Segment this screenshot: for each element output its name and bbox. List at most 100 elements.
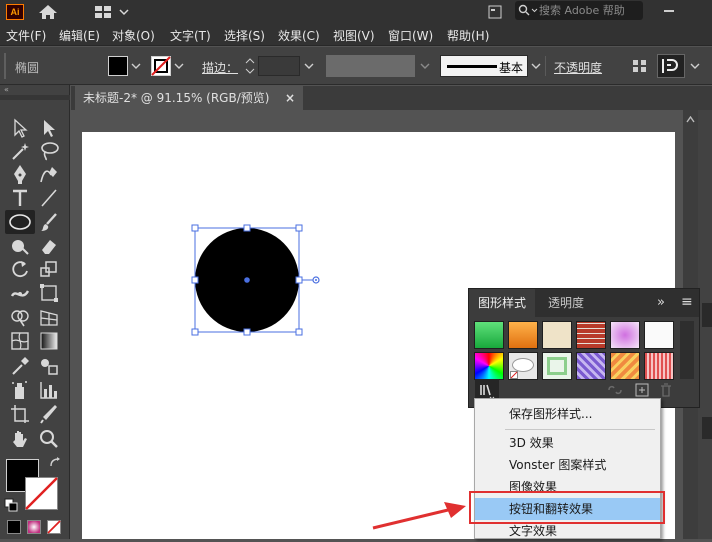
style-swatch-green[interactable] xyxy=(474,321,504,349)
swap-icon[interactable] xyxy=(49,457,62,470)
stroke-label[interactable]: 描边： xyxy=(202,59,238,76)
minimize-icon[interactable] xyxy=(664,10,674,12)
gradient-tool[interactable] xyxy=(38,330,60,352)
menu-effect[interactable]: 效果(C) xyxy=(278,27,320,44)
width-tool[interactable] xyxy=(9,282,31,304)
menu-edit[interactable]: 编辑(E) xyxy=(59,27,100,44)
perspective-grid-tool[interactable] xyxy=(38,306,60,328)
style-swatch-scribble[interactable] xyxy=(576,352,606,380)
chevron-down-icon[interactable] xyxy=(174,61,184,71)
eraser-tool[interactable] xyxy=(38,235,60,257)
pen-tool[interactable] xyxy=(9,163,31,185)
line-tool[interactable] xyxy=(38,187,60,209)
scroll-up-icon[interactable] xyxy=(686,116,695,123)
collapse-panel-icon[interactable]: » xyxy=(657,295,665,310)
menu-file[interactable]: 文件(F) xyxy=(6,27,46,44)
variable-width-profile[interactable] xyxy=(326,55,415,77)
document-tab-bar: 未标题-2* @ 91.15% (RGB/预览) × xyxy=(71,86,712,110)
grid-icon[interactable] xyxy=(632,59,648,73)
control-bar: 椭圆 描边： 基本 不透明度 xyxy=(0,47,712,85)
menu-help[interactable]: 帮助(H) xyxy=(447,27,489,44)
chevron-down-icon[interactable] xyxy=(131,61,141,71)
magic-wand-tool[interactable] xyxy=(9,140,31,162)
lasso-tool[interactable] xyxy=(38,140,60,162)
menu-item-save-graphic-style[interactable]: 保存图形样式... xyxy=(475,403,660,425)
dock-tab[interactable] xyxy=(702,417,712,439)
menu-item-3d-effects[interactable]: 3D 效果 xyxy=(475,432,660,454)
break-link-icon[interactable] xyxy=(607,383,623,397)
tab-graphic-styles[interactable]: 图形样式 xyxy=(469,289,536,317)
fill-swatch[interactable] xyxy=(108,56,128,76)
chevron-down-icon[interactable] xyxy=(690,61,700,71)
style-swatch-default[interactable] xyxy=(508,352,538,380)
shaper-tool[interactable] xyxy=(9,235,31,257)
collapse-icon[interactable]: « xyxy=(4,86,66,94)
curvature-pen-icon xyxy=(40,167,57,183)
color-mode-button[interactable] xyxy=(7,520,21,534)
rotate-tool[interactable] xyxy=(9,258,31,280)
type-tool[interactable] xyxy=(9,187,31,209)
new-style-icon[interactable] xyxy=(635,383,649,397)
style-swatch-brick[interactable] xyxy=(576,321,606,349)
none-mode-button[interactable] xyxy=(47,520,61,534)
style-swatch-frame[interactable] xyxy=(542,352,572,380)
style-swatch-pink-lines[interactable] xyxy=(644,352,674,380)
shape-builder-tool[interactable] xyxy=(9,306,31,328)
paintbrush-tool[interactable] xyxy=(38,211,60,233)
document-tab[interactable]: 未标题-2* @ 91.15% (RGB/预览) × xyxy=(75,86,303,110)
blend-tool[interactable] xyxy=(38,355,60,377)
stroke-swatch[interactable] xyxy=(151,56,171,76)
free-transform-tool[interactable] xyxy=(38,282,60,304)
magnifier-icon xyxy=(40,430,58,448)
stroke-color-box[interactable] xyxy=(25,477,58,510)
brush-definition[interactable]: 基本 xyxy=(440,55,528,77)
stroke-weight-input[interactable] xyxy=(258,56,300,76)
style-swatch-parchment[interactable] xyxy=(542,321,572,349)
default-colors-icon[interactable] xyxy=(4,498,18,512)
menu-object[interactable]: 对象(O) xyxy=(112,27,155,44)
mesh-tool[interactable] xyxy=(9,330,31,352)
scale-tool[interactable] xyxy=(38,258,60,280)
menu-type[interactable]: 文字(T) xyxy=(170,27,211,44)
home-icon[interactable] xyxy=(38,4,58,20)
direct-selection-tool[interactable] xyxy=(38,117,60,139)
panel-toggle-icon[interactable] xyxy=(488,5,502,19)
chevron-down-icon[interactable] xyxy=(531,61,541,71)
ellipse-tool[interactable] xyxy=(5,210,35,234)
center-point xyxy=(244,277,250,283)
slice-tool[interactable] xyxy=(38,403,60,425)
menu-window[interactable]: 窗口(W) xyxy=(388,27,433,44)
tab-transparency[interactable]: 透明度 xyxy=(539,289,593,317)
menu-view[interactable]: 视图(V) xyxy=(333,27,375,44)
opacity-label[interactable]: 不透明度 xyxy=(554,59,602,76)
right-dock xyxy=(698,110,712,539)
knife-icon xyxy=(40,405,57,424)
gradient-mode-button[interactable] xyxy=(27,520,41,534)
panel-menu-icon[interactable]: ≡ xyxy=(681,294,693,310)
trash-icon[interactable] xyxy=(659,383,673,397)
curvature-tool[interactable] xyxy=(38,163,60,185)
selected-circle[interactable] xyxy=(190,222,320,338)
close-tab-icon[interactable]: × xyxy=(285,86,295,110)
stepper-icon[interactable] xyxy=(244,56,256,76)
zoom-tool[interactable] xyxy=(38,428,60,450)
artboard-tool[interactable] xyxy=(9,403,31,425)
style-swatch-white[interactable] xyxy=(644,321,674,349)
swatch-scrollbar[interactable] xyxy=(680,321,694,379)
chevron-down-icon[interactable] xyxy=(304,61,314,71)
style-swatch-rainbow[interactable] xyxy=(474,352,504,380)
hand-tool[interactable] xyxy=(9,428,31,450)
blend-icon xyxy=(41,359,58,375)
selection-tool[interactable] xyxy=(9,117,31,139)
chevron-down-icon[interactable] xyxy=(420,61,430,71)
column-graph-tool[interactable] xyxy=(38,379,60,401)
style-swatch-orange[interactable] xyxy=(508,321,538,349)
style-swatch-crosshatch[interactable] xyxy=(610,352,640,380)
menu-select[interactable]: 选择(S) xyxy=(224,27,265,44)
dock-tab[interactable] xyxy=(702,303,712,327)
style-swatch-purple[interactable] xyxy=(610,321,640,349)
menu-item-vonster-pattern-styles[interactable]: Vonster 图案样式 xyxy=(475,454,660,476)
symbol-sprayer-tool[interactable] xyxy=(9,379,31,401)
workspace-layout-icon[interactable] xyxy=(95,5,129,19)
eyedropper-tool[interactable] xyxy=(9,355,31,377)
